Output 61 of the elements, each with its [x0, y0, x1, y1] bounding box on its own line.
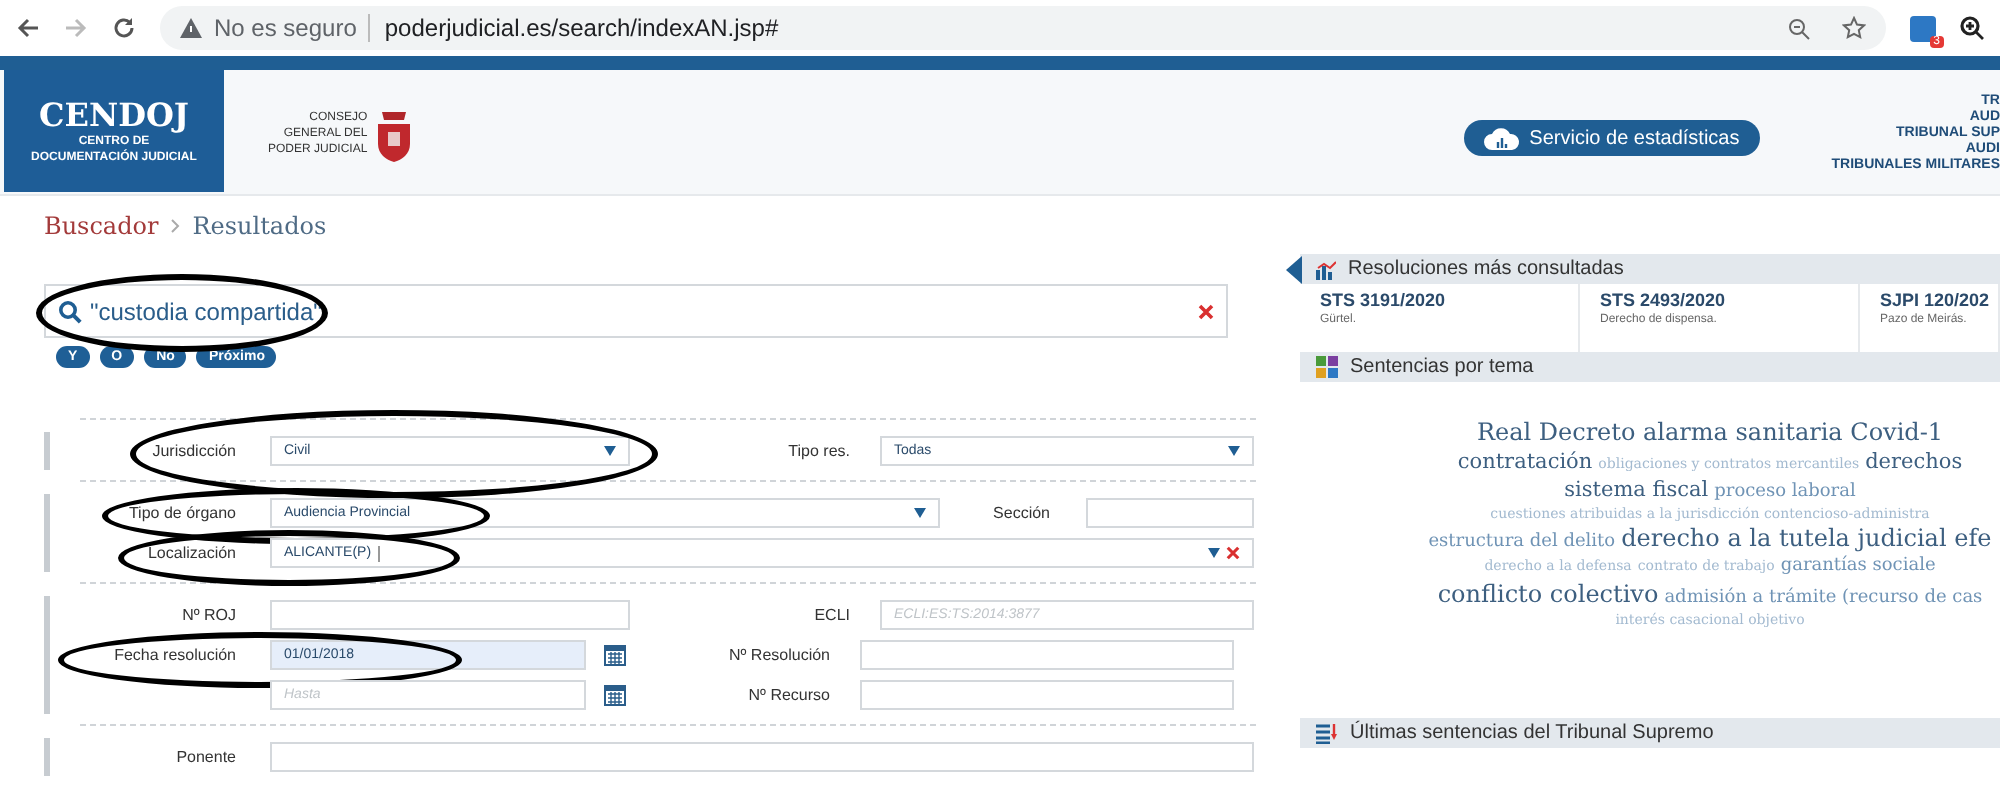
resolution-link[interactable]: STS 2493/2020 [1600, 290, 1858, 310]
reload-icon[interactable] [112, 16, 136, 40]
breadcrumb-link[interactable]: Buscador [44, 212, 159, 240]
caret-icon [604, 446, 616, 456]
coat-of-arms-icon [375, 108, 412, 164]
chevron-icon [170, 218, 181, 234]
resolution-link[interactable]: SJPI 120/202 [1880, 290, 1998, 310]
panel-title: Sentencias por tema [1350, 356, 1534, 378]
input-field[interactable] [860, 680, 1234, 710]
zoom-in-icon[interactable] [1960, 16, 1984, 40]
input-field[interactable] [860, 640, 1234, 670]
calendar-icon[interactable] [604, 684, 626, 706]
field-label: Jurisdicción [150, 442, 236, 460]
clear-icon[interactable] [1226, 546, 1240, 560]
breadcrumb-link[interactable]: Resultados [192, 212, 327, 240]
star-icon[interactable] [1842, 16, 1866, 40]
search-value: "custodia compartida" [90, 297, 324, 325]
topic-tag[interactable]: derecho a la tutela judicial efe [1621, 524, 1992, 552]
panel-title: Últimas sentencias del Tribunal Supremo [1350, 722, 1714, 744]
extension-icon[interactable] [1910, 15, 1936, 41]
address-bar[interactable]: No es seguro poderjudicial.es/search/indexAN.jsp# [160, 6, 1886, 50]
clear-icon[interactable] [1198, 303, 1214, 319]
collapse-tab-icon[interactable] [1286, 256, 1302, 284]
search-icon [58, 299, 82, 323]
field-label: Nº Recurso [746, 686, 830, 704]
topic-tag[interactable]: sistema fiscal [1564, 478, 1709, 502]
logo-title: CENDOJ [39, 96, 189, 134]
resolution-link[interactable]: STS 3191/2020 [1320, 290, 1578, 310]
panel-title: Resoluciones más consultadas [1348, 258, 1624, 280]
topic-tag[interactable]: contratación [1457, 450, 1593, 474]
search-field[interactable]: "custodia compartida" [44, 284, 1228, 338]
calendar-icon[interactable] [604, 644, 626, 666]
topic-tag[interactable]: derechos [1865, 450, 1963, 474]
list-icon [1316, 723, 1338, 743]
back-icon[interactable] [16, 16, 40, 40]
input-field[interactable] [270, 742, 1254, 772]
statistics-button[interactable]: Servicio de estadísticas [1463, 120, 1760, 156]
field-label: Nº Resolución [727, 646, 830, 664]
field-label: ECLI [812, 606, 850, 624]
caret-icon [1208, 548, 1220, 558]
field-label: Ponente [174, 748, 236, 766]
field-label: Sección [991, 504, 1050, 522]
chart-icon [1316, 259, 1336, 279]
caret-icon [1228, 446, 1240, 456]
topic-tag[interactable]: Real Decreto alarma sanitaria Covid-1 [1476, 418, 1944, 446]
caret-icon [914, 508, 926, 518]
zoom-icon[interactable] [1788, 17, 1810, 39]
field-label: Fecha resolución [112, 646, 236, 664]
field-label: Nº ROJ [180, 606, 236, 624]
field-label: Localización [145, 544, 236, 562]
warning-icon [180, 18, 202, 38]
input-field[interactable] [1086, 498, 1254, 528]
input-field[interactable] [270, 600, 630, 630]
field-label: Tipo de órgano [126, 504, 236, 522]
blocks-icon [1316, 356, 1338, 378]
topic-tag[interactable]: conflicto colectivo [1437, 580, 1659, 608]
url-text: poderjudicial.es/search/indexAN.jsp# [368, 14, 779, 42]
cloud-icon [1483, 127, 1520, 149]
text-cursor [377, 545, 380, 561]
security-label: No es seguro [214, 14, 357, 42]
field-label: Tipo res. [786, 442, 850, 460]
